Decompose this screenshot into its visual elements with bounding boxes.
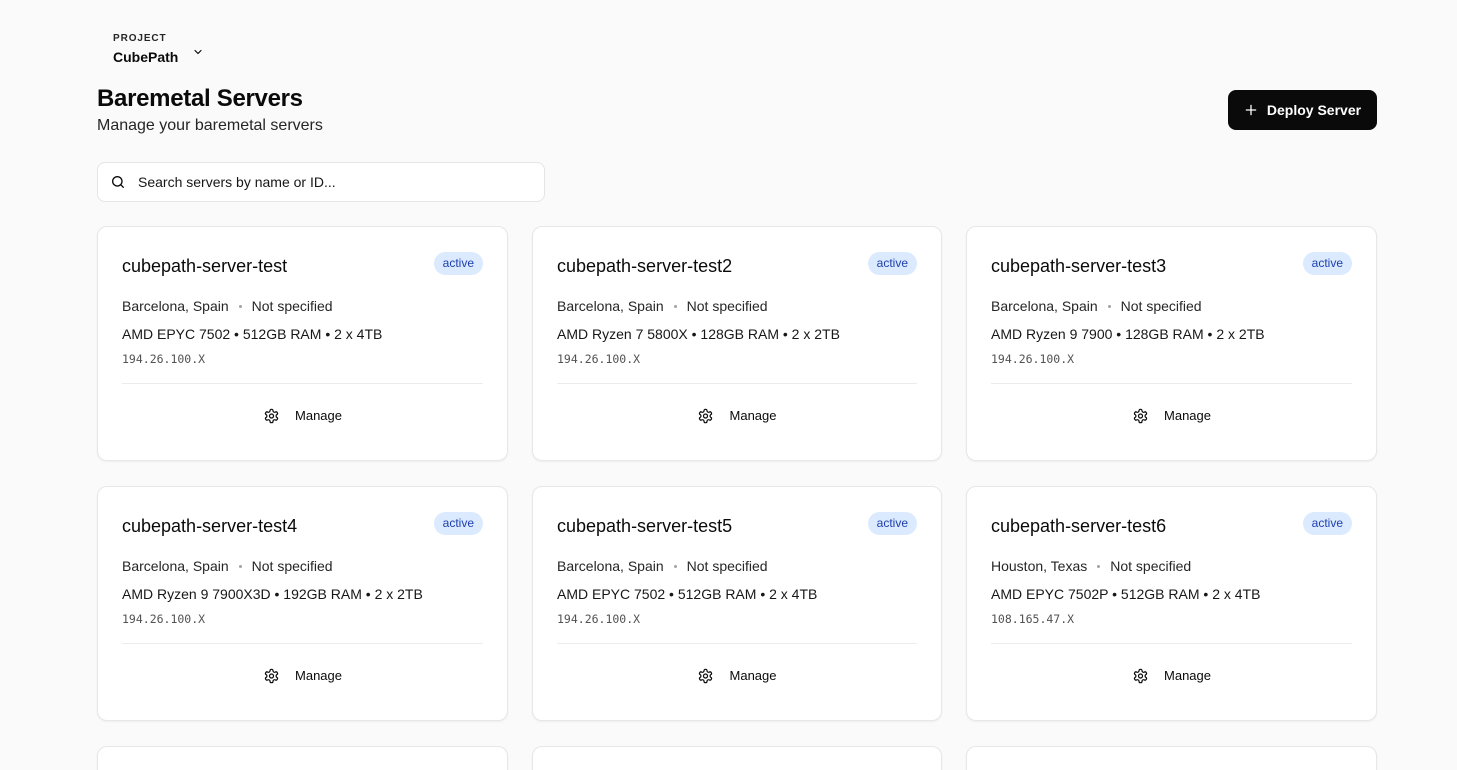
gear-icon <box>1133 668 1147 684</box>
server-ip: 194.26.100.X <box>557 612 641 626</box>
server-card: cubepath-server-test4 active Barcelona, … <box>97 486 508 721</box>
server-name: cubepath-server-test2 <box>557 256 733 276</box>
manage-label: Manage <box>729 668 777 683</box>
manage-button[interactable]: Manage <box>698 407 777 425</box>
separator-dot <box>238 304 242 308</box>
gear-icon <box>698 668 713 684</box>
manage-label: Manage <box>1164 668 1211 683</box>
manage-button[interactable]: Manage <box>263 667 342 685</box>
plus-icon <box>1245 104 1257 116</box>
server-location-line: Barcelona, Spain Not specified <box>991 297 1202 315</box>
card-divider <box>122 383 483 384</box>
card-divider <box>557 383 917 384</box>
page-header: Baremetal Servers Manage your baremetal … <box>97 84 323 137</box>
manage-button[interactable]: Manage <box>1132 407 1211 425</box>
separator-dot <box>1097 564 1101 568</box>
server-specs: AMD EPYC 7502 • 512GB RAM • 2 x 4TB <box>557 586 818 602</box>
server-specs: AMD Ryzen 9 7900 • 128GB RAM • 2 x 2TB <box>991 326 1265 342</box>
separator-dot <box>673 564 677 568</box>
status-badge: active <box>867 252 917 275</box>
manage-button[interactable]: Manage <box>698 667 777 685</box>
server-location: Barcelona, Spain <box>557 298 664 314</box>
card-divider <box>557 643 917 644</box>
separator-dot <box>238 564 242 568</box>
manage-button[interactable]: Manage <box>1132 667 1211 685</box>
status-badge: active <box>867 512 917 535</box>
server-ip: 194.26.100.X <box>122 612 206 626</box>
project-text: PROJECT CubePath <box>113 33 178 66</box>
server-name: cubepath-server-test4 <box>122 516 298 536</box>
server-card: cubepath-server-test2 active Barcelona, … <box>532 226 942 461</box>
server-note: Not specified <box>1110 558 1192 574</box>
server-ip: 194.26.100.X <box>122 352 206 366</box>
server-name: cubepath-server-test <box>122 256 288 276</box>
server-location: Houston, Texas <box>991 558 1088 574</box>
manage-label: Manage <box>295 668 342 683</box>
status-badge: active <box>433 512 483 535</box>
project-switcher[interactable]: PROJECT CubePath <box>113 33 204 66</box>
server-location: Barcelona, Spain <box>122 558 229 574</box>
search-input[interactable] <box>138 174 518 190</box>
server-ip: 194.26.100.X <box>557 352 641 366</box>
search-bar[interactable] <box>97 162 545 202</box>
card-divider <box>122 643 483 644</box>
manage-label: Manage <box>1164 408 1211 423</box>
card-divider <box>991 383 1352 384</box>
server-location: Barcelona, Spain <box>122 298 229 314</box>
server-location-line: Barcelona, Spain Not specified <box>557 557 768 575</box>
page-title: Baremetal Servers <box>97 85 303 112</box>
server-card: cubepath-server-test5 active Barcelona, … <box>532 486 942 721</box>
deploy-server-label: Deploy Server <box>1266 102 1362 118</box>
server-location-line: Barcelona, Spain Not specified <box>557 297 768 315</box>
gear-icon <box>698 408 713 424</box>
server-location-line: Barcelona, Spain Not specified <box>122 297 333 315</box>
server-location: Barcelona, Spain <box>991 298 1098 314</box>
server-location: Barcelona, Spain <box>557 558 664 574</box>
gear-icon <box>1133 408 1147 424</box>
status-badge: active <box>1302 252 1352 275</box>
server-specs: AMD EPYC 7502 • 512GB RAM • 2 x 4TB <box>122 326 383 342</box>
server-card: cubepath-server-test6 active Houston, Te… <box>966 486 1377 721</box>
server-name: cubepath-server-test3 <box>991 256 1167 276</box>
server-card: cubepath-server-test active Barcelona, S… <box>97 226 508 461</box>
page: PROJECT CubePath Baremetal Servers Manag… <box>0 0 1457 770</box>
separator-dot <box>1107 304 1111 308</box>
server-card: cubepath-server-test3 active Barcelona, … <box>966 226 1377 461</box>
card-divider <box>991 643 1352 644</box>
project-label: PROJECT <box>113 33 167 44</box>
server-specs: AMD Ryzen 7 5800X • 128GB RAM • 2 x 2TB <box>557 326 840 342</box>
status-badge: active <box>1302 512 1352 535</box>
server-card-partial <box>966 746 1377 770</box>
server-grid: cubepath-server-test active Barcelona, S… <box>97 226 1377 770</box>
server-note: Not specified <box>686 298 768 314</box>
server-note: Not specified <box>1120 298 1202 314</box>
server-note: Not specified <box>251 298 333 314</box>
server-card-partial <box>97 746 508 770</box>
server-note: Not specified <box>686 558 768 574</box>
server-name: cubepath-server-test5 <box>557 516 733 536</box>
manage-label: Manage <box>729 408 777 423</box>
server-name: cubepath-server-test6 <box>991 516 1167 536</box>
manage-label: Manage <box>295 408 342 423</box>
server-location-line: Houston, Texas Not specified <box>991 557 1191 575</box>
server-ip: 108.165.47.X <box>991 612 1075 626</box>
server-ip: 194.26.100.X <box>991 352 1075 366</box>
page-subtitle: Manage your baremetal servers <box>97 117 323 134</box>
status-badge: active <box>433 252 483 275</box>
gear-icon <box>264 408 278 424</box>
deploy-server-button[interactable]: Deploy Server <box>1228 90 1377 130</box>
gear-icon <box>264 668 278 684</box>
server-specs: AMD Ryzen 9 7900X3D • 192GB RAM • 2 x 2T… <box>122 586 423 602</box>
server-location-line: Barcelona, Spain Not specified <box>122 557 333 575</box>
separator-dot <box>673 304 677 308</box>
project-name: CubePath <box>113 49 179 65</box>
manage-button[interactable]: Manage <box>263 407 342 425</box>
server-card-partial <box>532 746 942 770</box>
server-note: Not specified <box>251 558 333 574</box>
search-icon <box>112 176 124 188</box>
chevron-down-icon[interactable] <box>192 46 204 58</box>
server-specs: AMD EPYC 7502P • 512GB RAM • 2 x 4TB <box>991 586 1261 602</box>
